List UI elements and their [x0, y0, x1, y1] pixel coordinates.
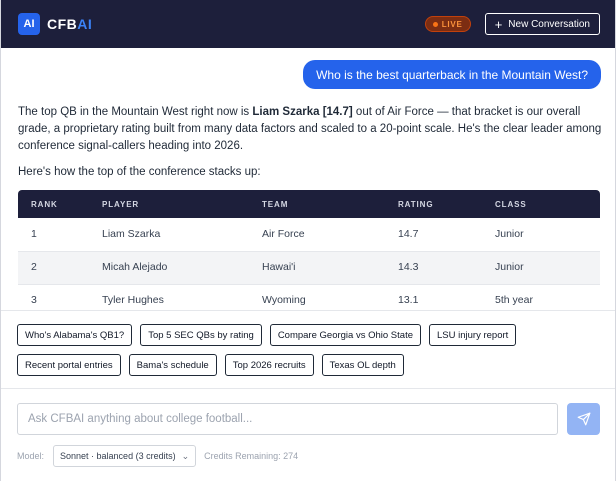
suggestion-row: Recent portal entries Bama's schedule To…	[17, 354, 601, 376]
new-conversation-button[interactable]: + New Conversation	[484, 13, 600, 35]
suggestion-chips: Who's Alabama's QB1? Top 5 SEC QBs by ra…	[1, 310, 615, 389]
cell-class: Junior	[495, 218, 600, 252]
table-row: 2 Micah Alejado Hawai'i 14.3 Junior	[18, 251, 600, 285]
qb-rankings-table: RANK PLAYER TEAM RATING CLASS 1 Liam Sza…	[18, 190, 600, 310]
suggestion-chip-top-sec-qbs[interactable]: Top 5 SEC QBs by rating	[140, 324, 262, 346]
cell-team: Wyoming	[262, 284, 398, 310]
model-value: Sonnet · balanced (3 credits)	[60, 451, 176, 461]
answer-intro-paragraph: Here's how the top of the conference sta…	[18, 166, 261, 178]
user-message-bubble: Who is the best quarterback in the Mount…	[303, 60, 601, 89]
answer-paragraph: The top QB in the Mountain West right no…	[18, 104, 603, 155]
table-header-row: RANK PLAYER TEAM RATING CLASS	[18, 190, 600, 218]
header-actions: LIVE + New Conversation	[424, 13, 600, 35]
assistant-message: The top QB in the Mountain West right no…	[18, 104, 603, 310]
column-header-team: TEAM	[262, 190, 398, 218]
brand-main: CFB	[47, 16, 78, 32]
chat-input[interactable]	[17, 403, 558, 435]
composer: Model: Sonnet · balanced (3 credits) ⌄ C…	[1, 389, 615, 481]
suggestion-chip-top-2026-recruits[interactable]: Top 2026 recruits	[224, 354, 314, 376]
suggestion-chip-recent-portal-entries[interactable]: Recent portal entries	[17, 354, 121, 376]
cell-class: 5th year	[495, 284, 600, 310]
model-row: Model: Sonnet · balanced (3 credits) ⌄ C…	[17, 445, 298, 467]
cell-rating: 14.7	[398, 218, 495, 252]
column-header-rank: RANK	[18, 190, 102, 218]
cell-player: Liam Szarka	[102, 218, 262, 252]
send-button[interactable]	[567, 403, 600, 435]
column-header-rating: RATING	[398, 190, 495, 218]
conversation-pane[interactable]: Who is the best quarterback in the Mount…	[1, 48, 615, 310]
column-header-class: CLASS	[495, 190, 600, 218]
answer-text-pre: The top QB in the Mountain West right no…	[18, 106, 253, 118]
cell-rank: 2	[18, 251, 102, 285]
live-label: LIVE	[441, 19, 463, 29]
table-row: 1 Liam Szarka Air Force 14.7 Junior	[18, 218, 600, 252]
cell-team: Hawai'i	[262, 251, 398, 285]
send-icon	[577, 412, 590, 426]
cell-class: Junior	[495, 251, 600, 285]
credits-remaining: Credits Remaining: 274	[204, 451, 299, 461]
suggestion-chip-compare-georgia-ohio-state[interactable]: Compare Georgia vs Ohio State	[269, 324, 421, 346]
suggestion-chip-alabama-qb1[interactable]: Who's Alabama's QB1?	[17, 324, 133, 346]
suggestion-chip-lsu-injury-report[interactable]: LSU injury report	[429, 324, 517, 346]
new-conversation-label: New Conversation	[508, 18, 590, 30]
brand-name: CFBAI	[47, 16, 92, 32]
cell-team: Air Force	[262, 218, 398, 252]
live-dot-icon	[432, 21, 438, 27]
cell-player: Tyler Hughes	[102, 284, 262, 310]
top-bar: AI CFBAI LIVE + New Conversation	[1, 0, 615, 48]
cell-rating: 14.3	[398, 251, 495, 285]
model-select[interactable]: Sonnet · balanced (3 credits) ⌄	[53, 445, 197, 467]
suggestion-chip-bama-schedule[interactable]: Bama's schedule	[128, 354, 217, 376]
cell-rank: 1	[18, 218, 102, 252]
suggestion-chip-texas-ol-depth[interactable]: Texas OL depth	[321, 354, 404, 376]
model-label: Model:	[17, 451, 45, 461]
cell-rank: 3	[18, 284, 102, 310]
cell-player: Micah Alejado	[102, 251, 262, 285]
app-window: AI CFBAI LIVE + New Conversation Who is …	[0, 0, 616, 481]
column-header-player: PLAYER	[102, 190, 262, 218]
brand-accent: AI	[77, 16, 93, 32]
answer-highlight: Liam Szarka [14.7]	[252, 106, 353, 118]
suggestion-row: Who's Alabama's QB1? Top 5 SEC QBs by ra…	[17, 324, 601, 346]
chevron-down-icon: ⌄	[181, 450, 190, 461]
live-badge: LIVE	[424, 16, 471, 32]
cell-rating: 13.1	[398, 284, 495, 310]
table-row: 3 Tyler Hughes Wyoming 13.1 5th year	[18, 284, 600, 310]
logo: AI	[18, 13, 40, 35]
plus-icon: +	[494, 16, 503, 32]
